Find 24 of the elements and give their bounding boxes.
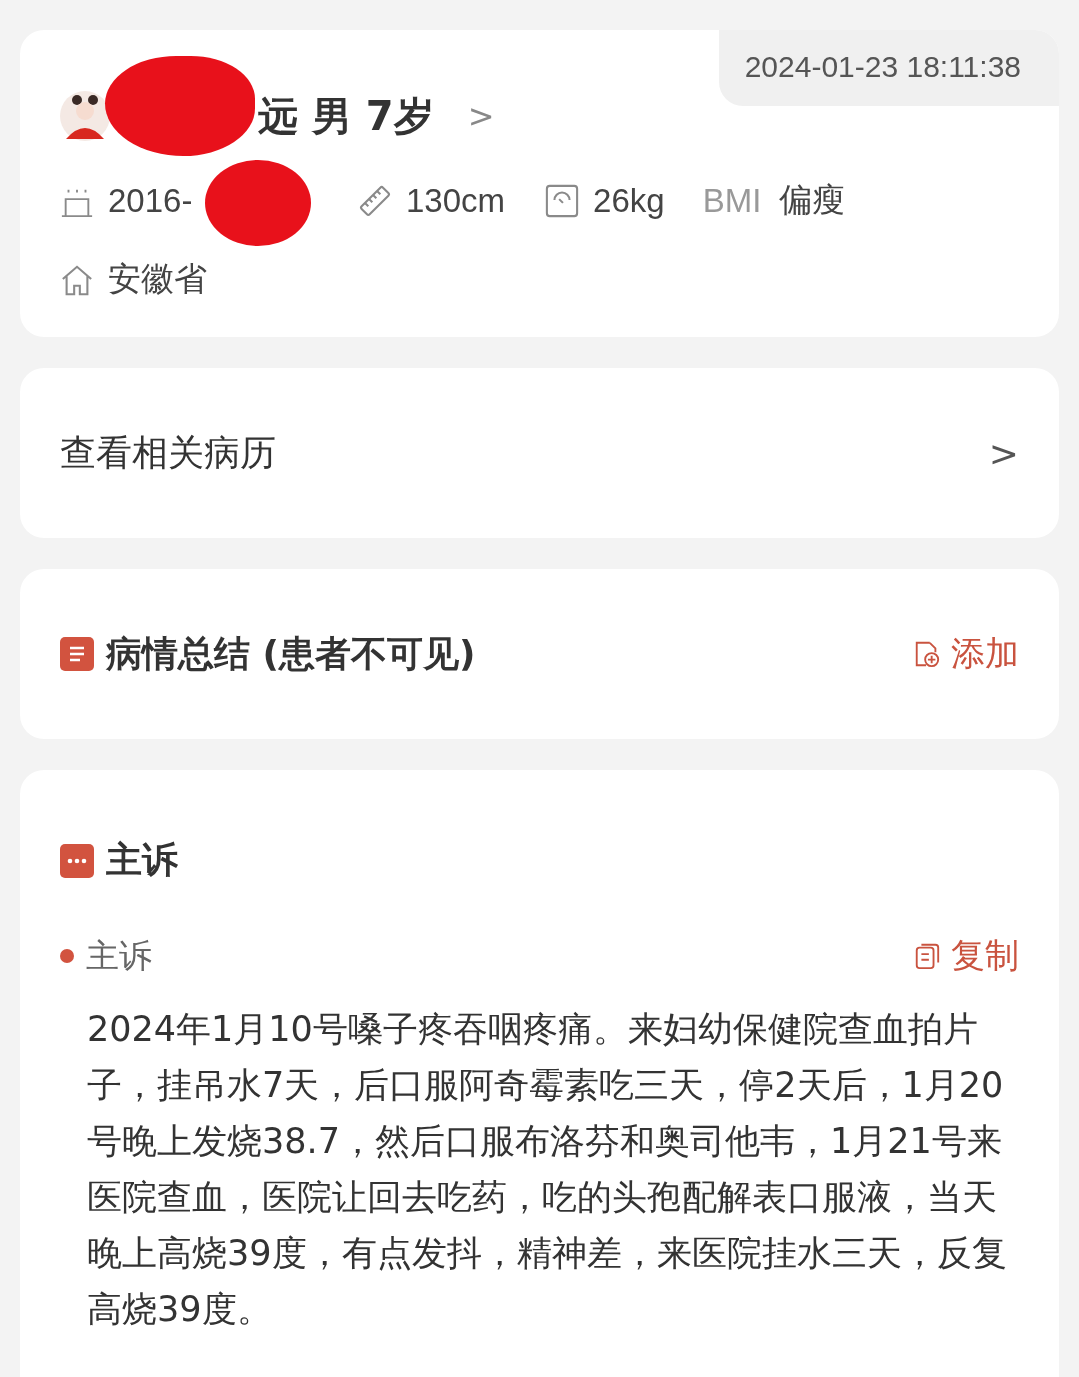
patient-name: 远 男 7岁 (258, 91, 434, 141)
records-link[interactable]: 查看相关病历 > (20, 367, 1059, 539)
bmi-value: 偏瘦 (779, 180, 846, 220)
copy-button[interactable]: 复制 (913, 933, 1019, 979)
add-document-icon (913, 640, 941, 669)
copy-icon (913, 942, 941, 970)
bmi-label: BMI (702, 181, 762, 220)
province: 安徽省 (108, 259, 207, 299)
section-title: 病情总结 (患者不可见) (106, 631, 476, 676)
document-icon (60, 637, 94, 672)
ruler-icon (358, 183, 392, 218)
scale-icon (545, 183, 580, 218)
timestamp: 2024-01-23 18:11:38 (718, 30, 1059, 106)
complaint-text: 2024年1月10号嗓子疼吞咽疼痛。来妇幼保健院查血拍片子，挂吊水7天，后口服阿奇霉素吃三天，停2天后，1月20号晚上发烧38.7，然后口服布洛芬和奥司他韦，1月21号来医院查血，医院让回去吃药，吃的头孢配解表口服液，当天晚上高烧39度，有点发抖，精神差，来医院挂水三天，反复高烧39度。 (87, 1008, 1008, 1331)
section-title: 主诉 (106, 838, 178, 882)
add-button[interactable]: 添加 (913, 631, 1019, 678)
chat-icon (60, 843, 94, 878)
chevron-icon[interactable]: > (467, 97, 495, 135)
bullet-icon (60, 949, 74, 963)
weight-value: 26kg (593, 181, 665, 220)
height-value: 130cm (406, 181, 506, 220)
field-label: 主诉 (86, 934, 152, 977)
avatar-icon (60, 91, 110, 141)
birthdate: 2016- (108, 181, 194, 220)
